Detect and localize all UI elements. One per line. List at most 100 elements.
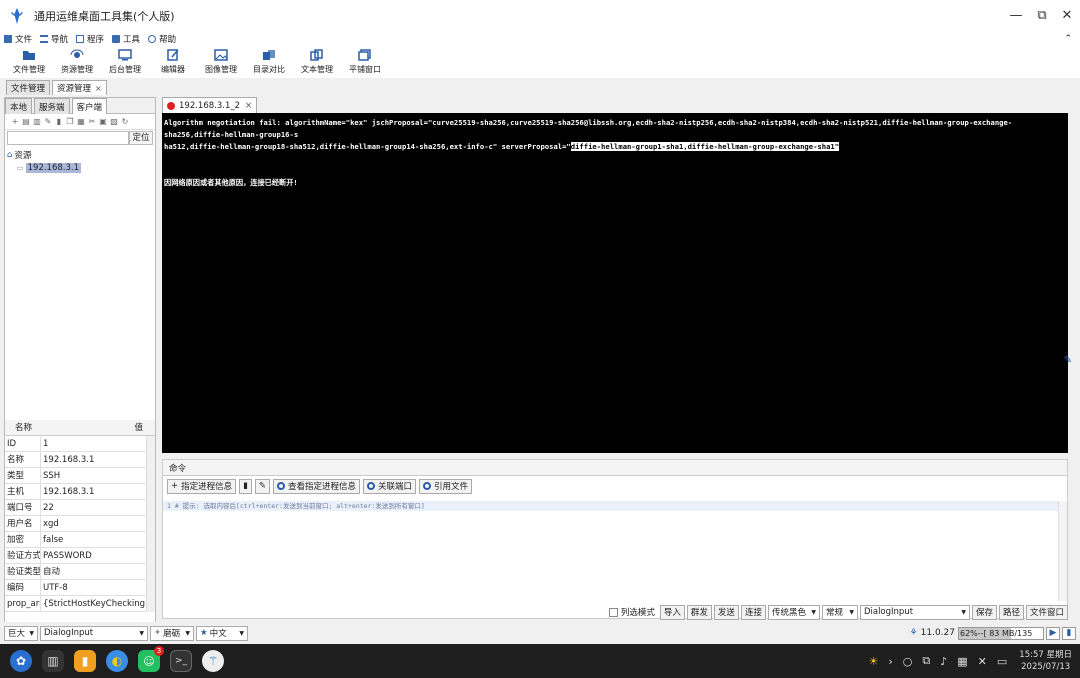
trash-icon[interactable]: ▮	[1062, 626, 1076, 640]
edit-icon[interactable]: ✎	[44, 117, 52, 126]
edit-button[interactable]: ✎	[254, 478, 270, 494]
java-icon: ⚘	[909, 628, 918, 638]
maximize-button[interactable]: ⧉	[1032, 6, 1052, 26]
column-mode-checkbox[interactable]: 列选模式	[606, 605, 658, 620]
editor-scrollbar[interactable]	[1058, 501, 1067, 601]
prop-row: 验证类型 自动	[5, 564, 155, 580]
status-bar: 巨大 ▼ DialogInput ▼ ✦ 磨砺 ▼ ★ 中文 ▼ ⚘ 11.0.27 62%…	[0, 624, 1080, 642]
import-button[interactable]: 导入	[659, 604, 685, 620]
status-font-select[interactable]: DialogInput ▼	[40, 625, 148, 641]
launcher-icon[interactable]: ✿	[10, 650, 32, 672]
play-icon[interactable]: ▶	[1046, 626, 1060, 640]
refresh-icon[interactable]: ↻	[121, 117, 129, 126]
search-input[interactable]	[7, 131, 129, 145]
file-manager-icon[interactable]: ▮	[74, 650, 96, 672]
style-select[interactable]: ✦ 磨砺 ▼	[150, 625, 194, 641]
view-process-button[interactable]: 查看指定进程信息	[272, 478, 360, 494]
prop-row: 加密 false	[5, 532, 155, 548]
path-button[interactable]: 路径	[998, 604, 1024, 620]
tab-file-mgmt[interactable]: 文件管理	[6, 80, 51, 95]
network-icon	[70, 49, 84, 58]
screenshot-icon[interactable]: ⧉	[922, 654, 930, 668]
diamond-icon: ✦	[154, 628, 162, 638]
theme-select[interactable]: 传统黑色 ▼	[767, 604, 820, 620]
dropdown-icon: ▼	[239, 629, 244, 637]
close-tab-icon[interactable]: ×	[95, 84, 102, 93]
browser-icon[interactable]: ◐	[106, 650, 128, 672]
brightness-icon[interactable]: ☀	[868, 655, 878, 668]
tab-client[interactable]: 客户端	[71, 98, 108, 114]
multitask-icon[interactable]: ▥	[42, 650, 64, 672]
keyboard-icon[interactable]: ▦	[957, 655, 967, 668]
specify-process-button[interactable]: + 指定进程信息	[167, 478, 237, 494]
close-tab-icon[interactable]: ×	[245, 101, 252, 111]
trash-icon: ▮	[243, 481, 248, 491]
menu-file[interactable]: 文件	[4, 33, 32, 45]
search-icon[interactable]: ○	[903, 655, 913, 668]
tool-tile-window[interactable]: 平铺窗口	[342, 46, 388, 78]
volume-icon[interactable]: ♪	[940, 655, 947, 668]
related-port-button[interactable]: 关联端口	[362, 478, 416, 494]
ops-tool-app-icon[interactable]: ⚚	[202, 650, 224, 672]
close-button[interactable]: ✕	[1057, 6, 1077, 26]
menu-nav[interactable]: 导航	[40, 33, 68, 45]
language-select[interactable]: ★ 中文 ▼	[196, 625, 248, 641]
terminal-app-icon[interactable]: >_	[170, 650, 192, 672]
notification-icon[interactable]: ▭	[997, 655, 1007, 668]
dropdown-icon: ▼	[29, 629, 34, 637]
menu-program[interactable]: 程序	[76, 33, 104, 45]
chevron-right-icon[interactable]: ›	[888, 655, 892, 668]
tool-editor[interactable]: 编辑器	[150, 46, 196, 78]
add-folder-icon[interactable]: ▤	[22, 117, 30, 126]
tag-icon[interactable]: ▥	[33, 117, 41, 126]
tool-text-mgmt[interactable]: 文本管理	[294, 46, 340, 78]
locate-button[interactable]: 定位	[129, 131, 153, 145]
window-title: 通用运维桌面工具集(个人版)	[34, 10, 175, 23]
chat-app-icon[interactable]: ☺ 3	[138, 646, 164, 672]
reference-file-button[interactable]: 引用文件	[418, 478, 472, 494]
connect-button[interactable]: 连接	[740, 604, 766, 620]
app-logo-icon	[11, 7, 23, 25]
file-window-button[interactable]: 文件窗口	[1025, 604, 1068, 620]
broadcast-button[interactable]: 群发	[686, 604, 712, 620]
memory-bar: 62%--[ 83 MB/135 MB ]	[958, 626, 1044, 640]
session-panel: 192.168.3.1_2 × Algorithm negotiation fa…	[160, 97, 1072, 622]
search-row: 定位	[5, 130, 155, 146]
tab-local[interactable]: 本地	[5, 98, 33, 114]
wrench-icon[interactable]: ✎	[1064, 355, 1072, 366]
checkbox-icon	[608, 607, 618, 617]
tab-res-mgmt[interactable]: 资源管理 ×	[52, 80, 107, 95]
mode-select[interactable]: 常规 ▼	[821, 604, 858, 620]
add-icon[interactable]: +	[11, 117, 19, 126]
terminal-output[interactable]: Algorithm negotiation fail: algorithmNam…	[162, 113, 1068, 453]
collapse-icon[interactable]: ⌃	[1064, 34, 1072, 44]
save-button[interactable]: 保存	[971, 604, 997, 620]
tab-terminal-session[interactable]: 192.168.3.1_2 ×	[162, 97, 258, 113]
menu-help[interactable]: 帮助	[148, 33, 176, 45]
export-icon[interactable]: ▣	[99, 117, 107, 126]
tool-res-mgmt[interactable]: 资源管理	[54, 46, 100, 78]
tool-dir-compare[interactable]: 目录对比	[246, 46, 292, 78]
tree-node-host[interactable]: ▭ 192.168.3.1	[17, 161, 153, 174]
send-button[interactable]: 发送	[713, 604, 739, 620]
tool-backend-mgmt[interactable]: 后台管理	[102, 46, 148, 78]
tab-server[interactable]: 服务端	[34, 98, 70, 114]
network-off-icon[interactable]: ✕	[978, 655, 987, 668]
cut-icon[interactable]: ✂	[88, 117, 96, 126]
minimize-button[interactable]: —	[1006, 6, 1026, 26]
properties-scrollbar[interactable]	[146, 436, 155, 612]
delete-button[interactable]: ▮	[239, 478, 252, 494]
command-editor[interactable]: 1 # 提示: 选取内容后[ctrl+enter:发送到当前窗口; alt+en…	[163, 501, 1067, 601]
tab-command[interactable]: 命令	[163, 460, 1067, 476]
font-select[interactable]: DialogInput ▼	[859, 604, 970, 620]
copy-icon[interactable]: ❐	[66, 117, 74, 126]
left-tabs: 本地 服务端 客户端	[5, 98, 155, 114]
size-select[interactable]: 巨大 ▼	[4, 625, 38, 641]
delete-icon[interactable]: ▮	[55, 117, 63, 126]
import-icon[interactable]: ▧	[110, 117, 118, 126]
tool-file-mgmt[interactable]: 文件管理	[6, 46, 52, 78]
paste-icon[interactable]: ▦	[77, 117, 85, 126]
menu-tools[interactable]: 工具	[112, 33, 140, 45]
tree-root[interactable]: ⌂ 资源	[7, 148, 153, 161]
tool-image-mgmt[interactable]: 图像管理	[198, 46, 244, 78]
